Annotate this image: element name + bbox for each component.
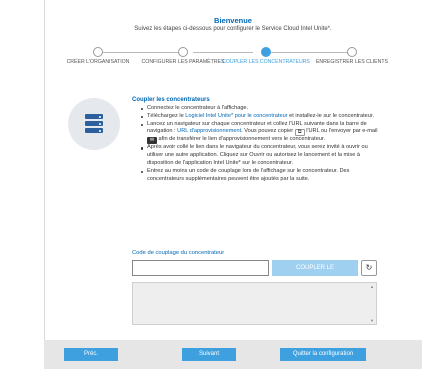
list-item-text: afin de transférer le lien d'approvision… xyxy=(157,136,326,143)
next-button[interactable]: Suivant xyxy=(182,348,236,361)
list-item-text: et installez-le sur le concentrateur. xyxy=(287,112,374,119)
pairing-code-input[interactable] xyxy=(132,260,269,276)
server-stack-icon xyxy=(68,98,120,150)
page-subtitle: Suivez les étapes ci-dessous pour config… xyxy=(134,26,332,32)
footer-bar: Préc. Suivant Quitter la configuration xyxy=(44,340,422,369)
prev-button[interactable]: Préc. xyxy=(64,348,118,361)
step-configure-settings[interactable]: CONFIGURER LES PARAMÈTRES xyxy=(138,46,228,65)
step-label: ENREGISTRER LES CLIENTS xyxy=(315,59,389,65)
step-create-organization[interactable]: CRÉER L'ORGANISATION xyxy=(53,46,143,65)
step-label: CRÉER L'ORGANISATION xyxy=(66,59,130,65)
list-item-text: l'URL ou l'envoyer par e-mail xyxy=(304,128,378,135)
list-item-text: . Vous pouvez copier xyxy=(241,128,295,135)
scroll-up-icon[interactable]: ▲ xyxy=(370,284,374,289)
list-item: Téléchargez le Logiciel Intel Unite* pou… xyxy=(132,113,382,121)
pairing-output-box[interactable]: ▲ ▼ xyxy=(132,282,377,325)
instructions: Coupler les concentrateurs Connectez le … xyxy=(132,96,382,183)
page-header: Bienvenue Suivez les étapes ci-dessous p… xyxy=(44,16,422,33)
scroll-down-icon[interactable]: ▼ xyxy=(370,318,374,323)
list-item-text: Entrez au moins un code de couplage lors… xyxy=(147,167,350,182)
provisioning-url-link[interactable]: URL d'approvisionnement xyxy=(177,128,241,134)
step-dot xyxy=(347,47,357,57)
step-register-clients[interactable]: ENREGISTRER LES CLIENTS xyxy=(307,46,397,65)
copy-icon[interactable]: ⧉ xyxy=(294,129,305,137)
pairing-code-label: Code de couplage du concentrateur xyxy=(132,250,225,256)
instructions-list: Connectez le concentrateur à l'affichage… xyxy=(132,105,382,183)
step-label: CONFIGURER LES PARAMÈTRES xyxy=(141,59,225,65)
step-dot xyxy=(93,47,103,57)
left-gutter xyxy=(0,0,44,369)
page-title: Bienvenue xyxy=(214,16,252,25)
list-item-text: Après avoir collé le lien dans le naviga… xyxy=(147,144,368,166)
list-item: Après avoir collé le lien dans le naviga… xyxy=(132,144,382,167)
list-item: Entrez au moins un code de couplage lors… xyxy=(132,168,382,184)
step-pair-hubs[interactable]: COUPLER LES CONCENTRATEURS xyxy=(221,46,311,65)
step-dot xyxy=(261,47,271,57)
step-label: COUPLER LES CONCENTRATEURS xyxy=(222,59,310,65)
pair-hub-button[interactable]: COUPLER LE CONCENTRATEUR xyxy=(272,260,358,287)
refresh-icon[interactable]: ↻ xyxy=(361,260,377,276)
instructions-title: Coupler les concentrateurs xyxy=(132,97,210,103)
step-dot xyxy=(178,47,188,57)
list-item: Lancez un navigateur sur chaque concentr… xyxy=(132,121,382,145)
download-software-link[interactable]: Logiciel Intel Unite* pour le concentrat… xyxy=(185,113,287,119)
quit-setup-button[interactable]: Quitter la configuration xyxy=(280,348,366,361)
list-item-text: Connectez le concentrateur à l'affichage… xyxy=(147,105,249,111)
list-item: Connectez le concentrateur à l'affichage… xyxy=(132,105,382,113)
list-item-text: Téléchargez le xyxy=(147,112,186,119)
email-icon[interactable]: ✉ xyxy=(147,137,157,145)
setup-stepper: CRÉER L'ORGANISATION CONFIGURER LES PARA… xyxy=(56,46,396,76)
